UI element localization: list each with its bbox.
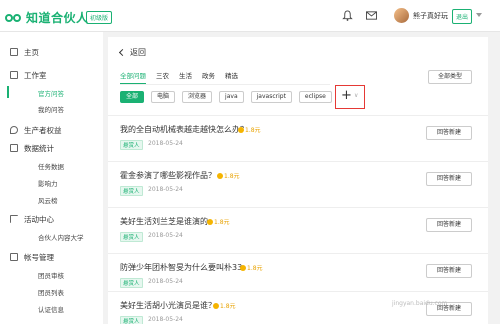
reward: 1.8元 [207,217,230,226]
status-badge: 悬赏人 [120,316,143,324]
reward-amount: 1.8元 [224,173,240,180]
sidebar-item-certification[interactable]: 认证信息 [38,304,64,314]
question-date: 2018-05-24 [148,316,183,323]
reward-amount: 1.8元 [214,219,230,226]
sidebar-item-university[interactable]: 合伙人内容大学 [38,232,84,242]
question-row[interactable]: 美好生活刘兰芝是谁演的 1.8元 悬赏人 2018-05-24 回答新建 [108,207,488,253]
answer-button[interactable]: 回答新建 [426,126,472,140]
reward-amount: 1.8元 [245,127,261,134]
tab-featured[interactable]: 精选 [225,70,238,84]
sidebar-item-influence[interactable]: 影响力 [38,178,58,188]
logo-icon [5,12,23,24]
version-badge: 初级版 [86,11,113,24]
chip-java[interactable]: java [219,91,244,103]
active-indicator [7,86,9,98]
account-icon [10,253,18,261]
tab-government[interactable]: 政务 [202,70,215,84]
reward: 1.8元 [238,125,261,134]
question-title[interactable]: 美好生活刘兰芝是谁演的 [120,216,208,227]
status-badge: 悬赏人 [120,186,143,196]
flag-icon [10,215,18,223]
sidebar-item-member-review[interactable]: 团员审核 [38,270,64,280]
chevron-down-icon: ∨ [354,92,359,99]
reward: 1.8元 [240,263,263,272]
sidebar-item-official-qa[interactable]: 官方问答 [38,88,64,98]
sidebar-item-leaderboard[interactable]: 风云榜 [38,195,58,205]
question-title[interactable]: 美好生活胡小光演员是谁？ [120,300,216,311]
answer-button[interactable]: 回答新建 [426,264,472,278]
back-link[interactable]: 返回 [130,47,146,58]
sidebar-item-member-list[interactable]: 团员列表 [38,287,64,297]
tabs-divider [120,84,330,85]
status-badge: 悬赏人 [120,278,143,288]
stats-icon [10,144,18,152]
reward: 1.8元 [217,171,240,180]
chip-eclipse[interactable]: eclipse [298,91,332,103]
tab-all[interactable]: 全部问题 [120,70,146,84]
question-date: 2018-05-24 [148,278,183,285]
answer-button[interactable]: 回答新建 [426,218,472,232]
tab-agriculture[interactable]: 三农 [156,70,169,84]
mail-icon[interactable] [366,11,377,20]
chip-javascript[interactable]: javascript [250,91,292,103]
avatar[interactable] [394,8,409,23]
logout-button[interactable]: 退出 [452,9,473,24]
question-title[interactable]: 防弹少年团朴智旻为什么要叫朴33 [120,262,242,273]
question-date: 2018-05-24 [148,140,183,147]
username[interactable]: 熊子真好玩 [413,11,448,21]
home-icon [10,48,18,56]
sidebar-section-rights[interactable]: 生产者权益 [24,125,62,136]
sidebar-section-stats[interactable]: 数据统计 [24,143,54,154]
all-types-button[interactable]: 全部类型 [428,70,472,84]
coin-icon [217,173,223,179]
brand-logo[interactable]: 知道合伙人 [5,9,89,26]
chip-browser[interactable]: 浏览器 [182,91,213,103]
coin-icon [238,127,244,133]
filter-chips: 全部 电脑 浏览器 java javascript eclipse [120,91,339,103]
back-arrow-icon[interactable] [118,48,127,57]
reward-amount: 1.8元 [220,303,236,310]
question-row[interactable]: 我的全自动机械表越走越快怎么办？ 1.8元 悬赏人 2018-05-24 回答新… [108,115,488,161]
coin-icon [213,303,219,309]
chevron-down-icon[interactable] [476,13,482,17]
sidebar-item-my-qa[interactable]: 我的问答 [38,104,64,114]
reward-amount: 1.8元 [247,265,263,272]
status-badge: 悬赏人 [120,232,143,242]
plus-icon: + [341,88,352,103]
sidebar-item-home[interactable]: 主页 [24,47,39,58]
sidebar-section-account[interactable]: 帐号管理 [24,252,54,263]
question-title[interactable]: 霍金参演了哪些影视作品？ [120,170,216,181]
status-badge: 悬赏人 [120,140,143,150]
coin-icon [207,219,213,225]
top-bar: 知道合伙人 初级版 熊子真好玩 退出 [0,0,500,32]
coin-icon [240,265,246,271]
add-tag-button[interactable]: + ∨ [335,85,365,109]
answer-button[interactable]: 回答新建 [426,172,472,186]
chip-all[interactable]: 全部 [120,91,145,103]
brand-name: 知道合伙人 [26,11,89,25]
workspace-icon [10,71,18,79]
tab-life[interactable]: 生活 [179,70,192,84]
reward: 1.8元 [213,301,236,310]
chip-computer[interactable]: 电脑 [151,91,176,103]
question-title[interactable]: 我的全自动机械表越走越快怎么办？ [120,124,248,135]
question-row[interactable]: 美好生活胡小光演员是谁？ 1.8元 悬赏人 2018-05-24 回答新建 [108,291,488,324]
question-date: 2018-05-24 [148,186,183,193]
main-panel: 返回 全部问题 三农 生活 政务 精选 全部类型 全部 电脑 浏览器 java … [108,37,488,324]
bell-icon[interactable] [342,10,353,21]
question-row[interactable]: 霍金参演了哪些影视作品？ 1.8元 悬赏人 2018-05-24 回答新建 [108,161,488,207]
question-date: 2018-05-24 [148,232,183,239]
sidebar: 主页 工作室 官方问答 我的问答 生产者权益 数据统计 任务数据 影响力 风云榜… [0,32,103,324]
category-tabs: 全部问题 三农 生活 政务 精选 [120,70,248,84]
sidebar-item-task-data[interactable]: 任务数据 [38,161,64,171]
location-icon [10,126,18,134]
watermark: jingyan.baidu.com [392,300,448,307]
sidebar-section-activity[interactable]: 活动中心 [24,214,54,225]
sidebar-section-workspace[interactable]: 工作室 [24,70,47,81]
